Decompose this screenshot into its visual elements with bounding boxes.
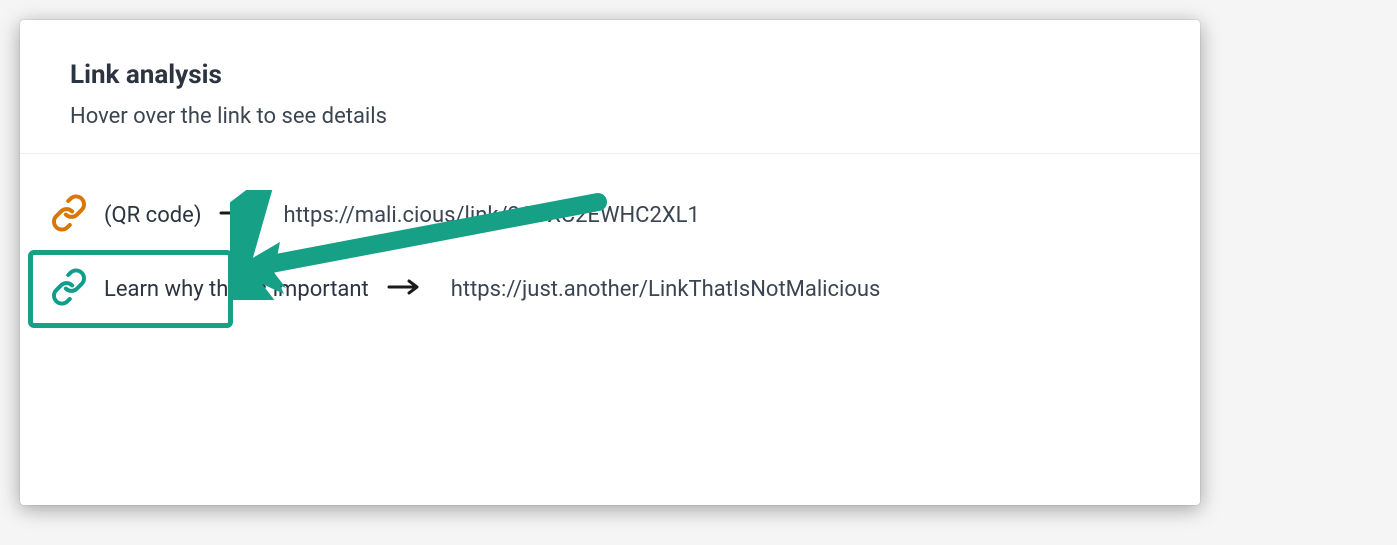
- link-row-qr-code[interactable]: (QR code) https://mali.cious/link/3OJXC2…: [40, 178, 1180, 252]
- link-url: https://mali.cious/link/3OJXC2EWHC2XL1: [283, 203, 699, 228]
- link-icon: [50, 194, 88, 236]
- link-row-learn-why[interactable]: Learn why this is important https://just…: [40, 252, 1180, 326]
- link-rows: (QR code) https://mali.cious/link/3OJXC2…: [20, 154, 1200, 326]
- link-analysis-card: Link analysis Hover over the link to see…: [20, 20, 1200, 505]
- arrow-right-icon: [219, 203, 253, 227]
- link-label: Learn why this is important: [104, 277, 369, 302]
- link-icon: [50, 268, 88, 310]
- card-title: Link analysis: [70, 60, 1150, 90]
- arrow-right-icon: [387, 277, 421, 301]
- link-url: https://just.another/LinkThatIsNotMalici…: [451, 277, 881, 302]
- card-header: Link analysis Hover over the link to see…: [20, 20, 1200, 153]
- card-subtitle: Hover over the link to see details: [70, 104, 1150, 129]
- link-label: (QR code): [104, 203, 201, 228]
